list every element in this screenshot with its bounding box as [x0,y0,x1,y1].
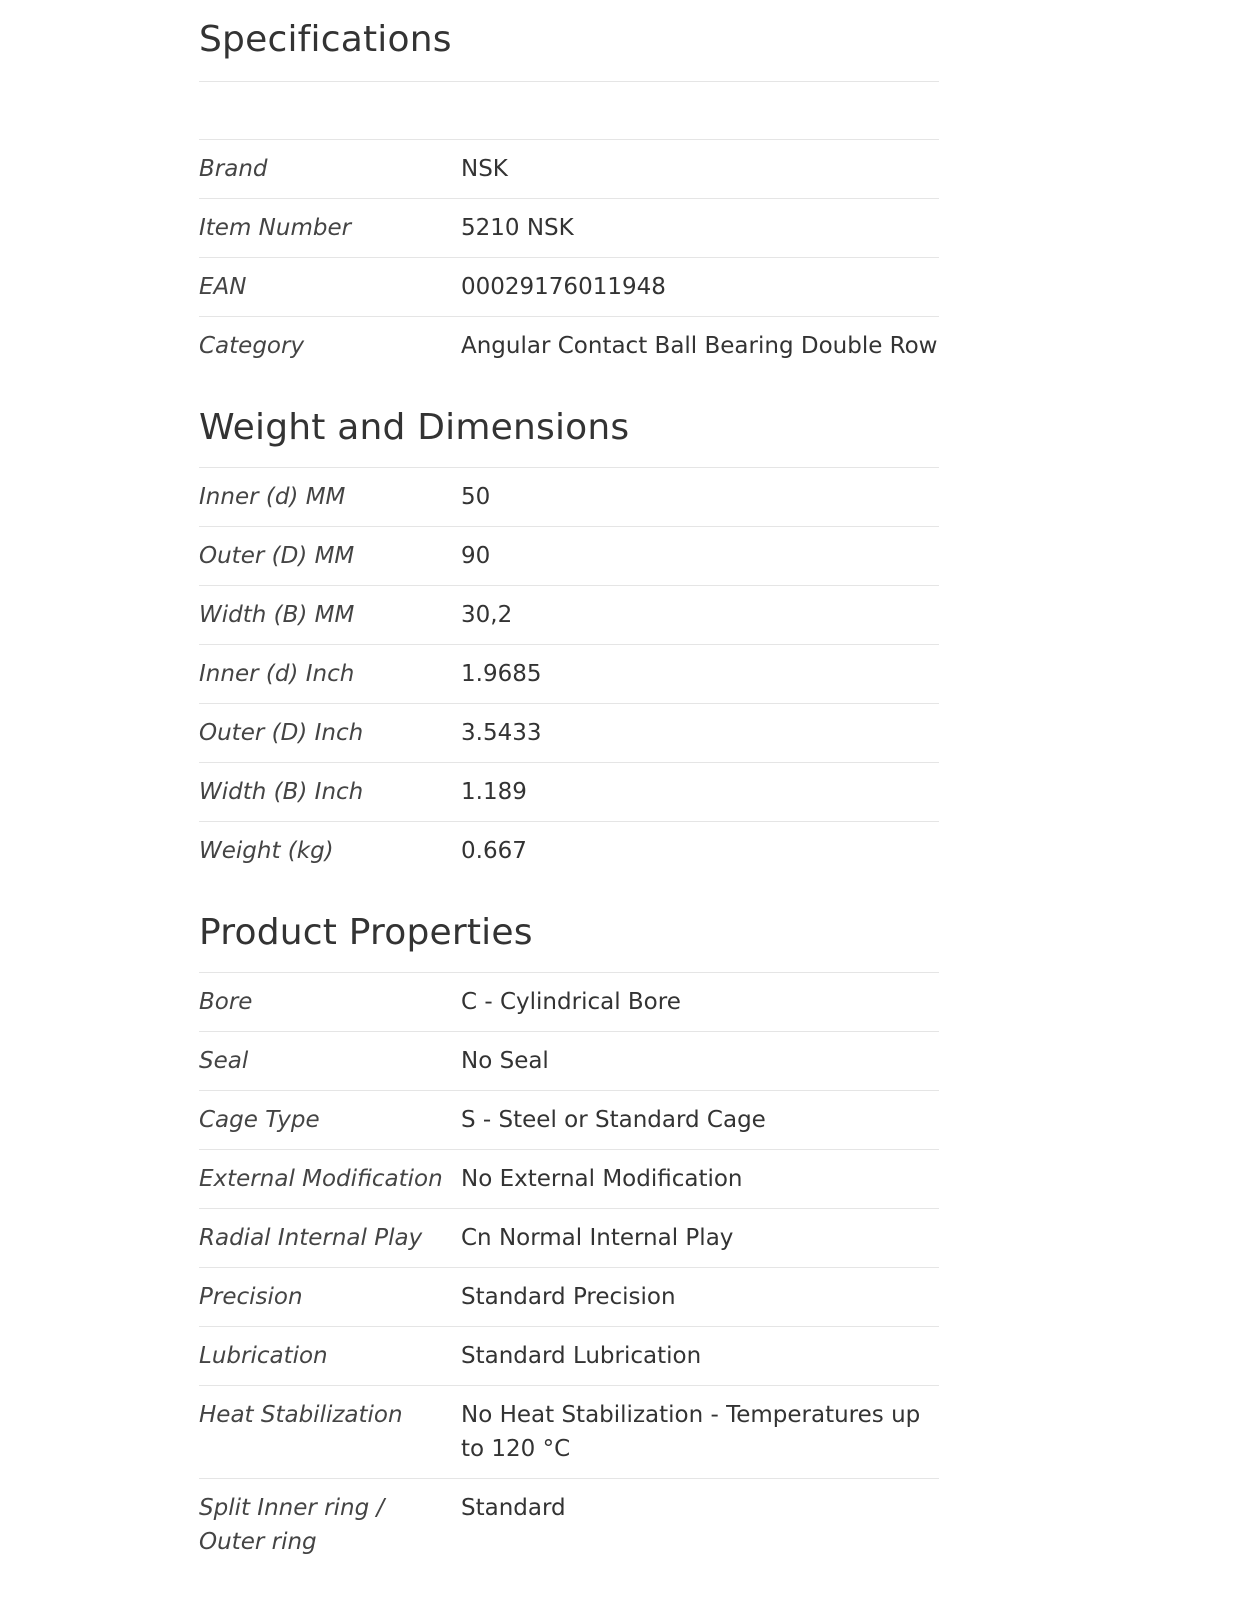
row-value: 1.189 [461,762,939,822]
table-row: Outer (D) Inch 3.5433 [199,703,939,763]
section-header: Product Properties [199,909,939,973]
row-value: No Seal [461,1031,939,1091]
table-row: Outer (D) MM 90 [199,526,939,586]
section-title: Product Properties [199,912,533,953]
row-label: Cage Type [199,1090,461,1150]
table-row: Width (B) MM 30,2 [199,585,939,645]
row-value: NSK [461,156,508,182]
row-value: No Heat Stabilization - Temperatures up … [461,1385,939,1479]
row-value: C - Cylindrical Bore [461,989,681,1015]
spec-table: Bore C - Cylindrical Bore Seal No Seal C… [199,973,939,1571]
row-value: 90 [461,526,939,586]
row-value: Angular Contact Ball Bearing Double Row [461,316,939,375]
row-value: 0.667 [461,821,939,880]
row-value: Standard Precision [461,1267,939,1327]
table-row: Width (B) Inch 1.189 [199,762,939,822]
table-row: Item Number 5210 NSK [199,198,939,258]
table-row: Inner (d) Inch 1.9685 [199,644,939,704]
product-properties-section: Product Properties Bore C - Cylindrical … [199,909,939,1571]
row-label: Width (B) Inch [199,762,461,822]
table-row: EAN 00029176011948 [199,257,939,317]
row-value: Standard [461,1478,939,1571]
row-label: EAN [199,257,461,317]
specifications-section: Specifications Brand NSK Item Number 521… [199,0,939,375]
row-label: Split Inner ring / Outer ring [199,1478,461,1571]
section-title: Weight and Dimensions [199,407,630,448]
row-label: Heat Stabilization [199,1385,461,1479]
row-value: 30,2 [461,585,939,645]
table-row: Bore C - Cylindrical Bore [199,973,939,1032]
row-label: Weight (kg) [199,821,461,880]
row-label: Width (B) MM [199,585,461,645]
row-label: Brand [199,156,268,182]
table-row: Precision Standard Precision [199,1267,939,1327]
row-label: Radial Internal Play [199,1208,461,1268]
row-label: External Modification [199,1149,461,1209]
row-value: No External Modification [461,1149,939,1209]
row-label: Inner (d) MM [199,484,346,510]
table-row: Cage Type S - Steel or Standard Cage [199,1090,939,1150]
row-label: Outer (D) Inch [199,703,461,763]
section-spacer [199,82,939,140]
row-label: Bore [199,989,253,1015]
row-label: Precision [199,1267,461,1327]
table-row: Radial Internal Play Cn Normal Internal … [199,1208,939,1268]
row-value: S - Steel or Standard Cage [461,1090,939,1150]
section-title: Specifications [199,19,452,60]
row-label: Category [199,316,461,375]
row-label: Inner (d) Inch [199,644,461,704]
table-row: Brand NSK [199,140,939,199]
row-label: Seal [199,1031,461,1091]
row-label: Lubrication [199,1326,461,1386]
specifications-content: Specifications Brand NSK Item Number 521… [199,0,939,1571]
table-row: External Modification No External Modifi… [199,1149,939,1209]
table-row: Split Inner ring / Outer ring Standard [199,1478,939,1571]
table-row: Category Angular Contact Ball Bearing Do… [199,316,939,375]
row-label: Outer (D) MM [199,526,461,586]
section-header: Specifications [199,0,939,82]
spec-table: Brand NSK Item Number 5210 NSK EAN 00029… [199,140,939,375]
row-value: 3.5433 [461,703,939,763]
table-row: Seal No Seal [199,1031,939,1091]
table-row: Heat Stabilization No Heat Stabilization… [199,1385,939,1479]
row-value: 5210 NSK [461,198,939,258]
row-value: Standard Lubrication [461,1326,939,1386]
spec-table: Inner (d) MM 50 Outer (D) MM 90 Width (B… [199,468,939,880]
row-label: Item Number [199,198,461,258]
table-row: Lubrication Standard Lubrication [199,1326,939,1386]
row-value: 1.9685 [461,644,939,704]
row-value: 50 [461,484,491,510]
section-header: Weight and Dimensions [199,404,939,468]
row-value: Cn Normal Internal Play [461,1208,939,1268]
row-value: 00029176011948 [461,257,939,317]
weight-dimensions-section: Weight and Dimensions Inner (d) MM 50 Ou… [199,404,939,880]
table-row: Weight (kg) 0.667 [199,821,939,880]
table-row: Inner (d) MM 50 [199,468,939,527]
